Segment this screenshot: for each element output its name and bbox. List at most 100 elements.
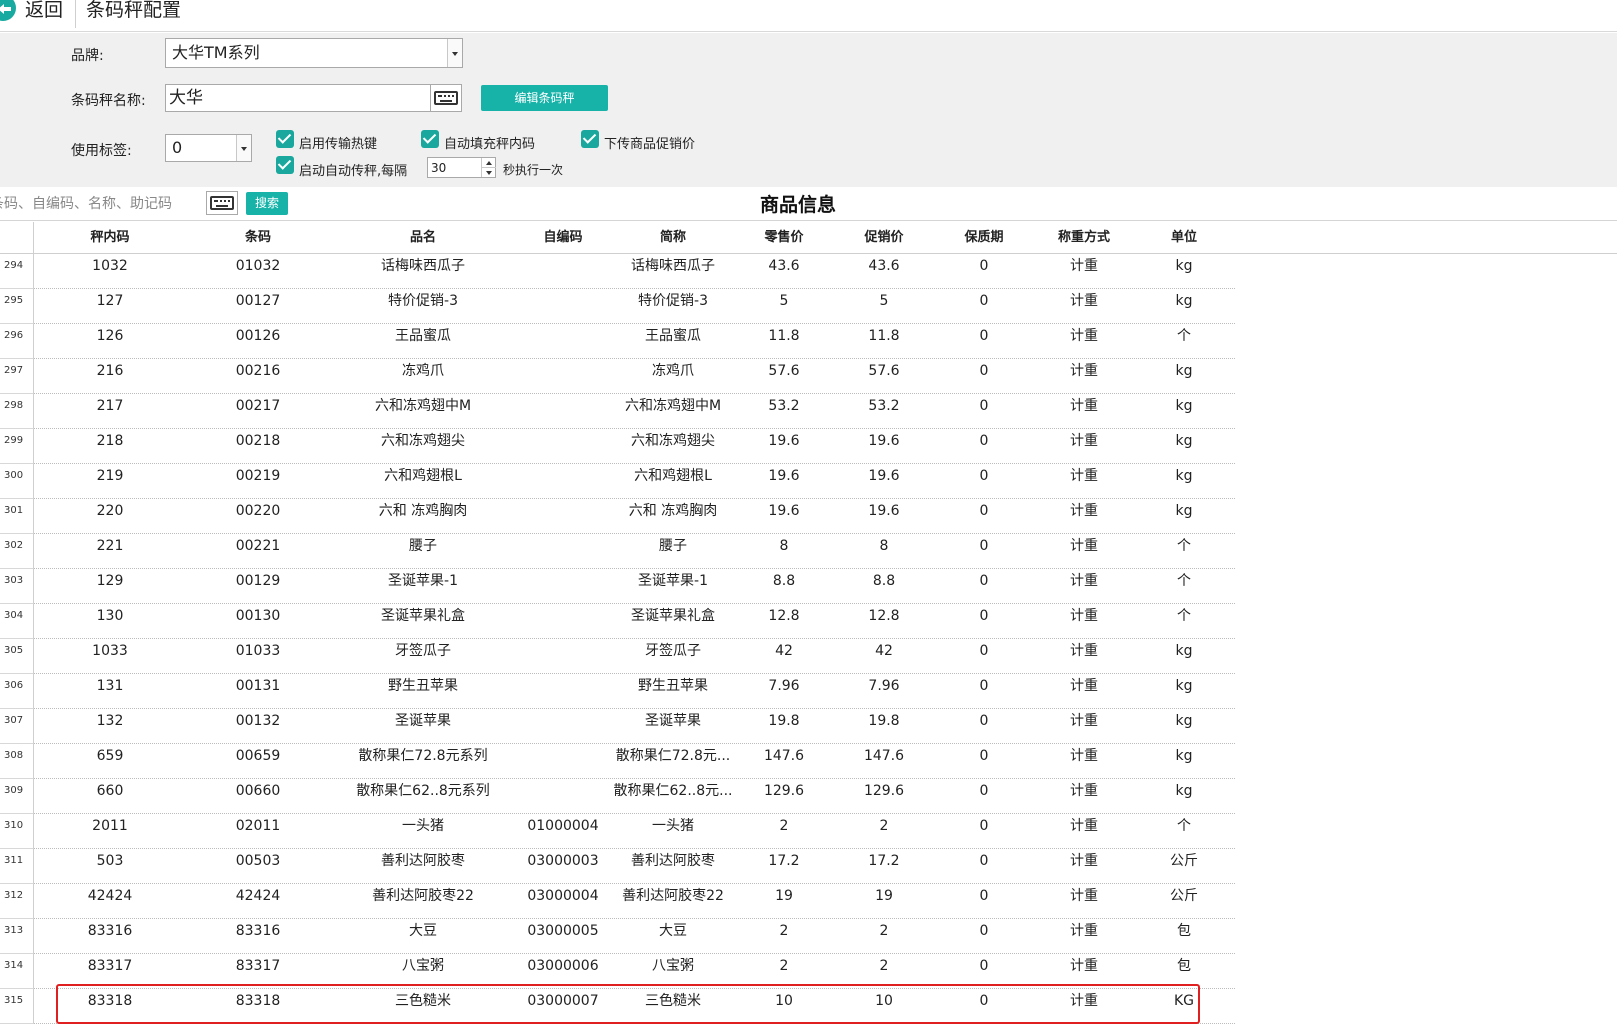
table-row[interactable]: 294 1032 01032 话梅味西瓜子 话梅味西瓜子 43.6 43.6 0 计重 kg bbox=[0, 254, 1235, 289]
row-number: 299 bbox=[0, 429, 34, 464]
table-cell: 217 bbox=[96, 398, 124, 414]
auto-transfer-checkbox[interactable] bbox=[276, 156, 294, 174]
keyboard-button[interactable] bbox=[430, 84, 462, 112]
table-cell: 126 bbox=[96, 328, 124, 344]
table-cell: 17.2 bbox=[868, 853, 900, 869]
table-row[interactable]: 310 2011 02011 一头猪 01000004 一头猪 2 2 0 计重 个 bbox=[0, 814, 1235, 849]
brand-select-value: 大华TM系列 bbox=[172, 43, 260, 62]
table-cell: 计重 bbox=[1070, 818, 1098, 834]
table-cell: 147.6 bbox=[763, 748, 805, 764]
table-cell: 57.6 bbox=[868, 363, 900, 379]
table-cell: 散称果仁62..8元... bbox=[613, 783, 733, 799]
table-row[interactable]: 305 1033 01033 牙签瓜子 牙签瓜子 42 42 0 计重 kg bbox=[0, 639, 1235, 674]
table-cell: 一头猪 bbox=[402, 818, 444, 834]
table-cell: 冻鸡爪 bbox=[402, 363, 444, 379]
table-row[interactable]: 312 42424 42424 善利达阿胶枣22 03000004 善利达阿胶枣22 19 1… bbox=[0, 884, 1235, 919]
enable-hotkey-checkbox[interactable] bbox=[276, 130, 294, 148]
auto-fill-code-checkbox[interactable] bbox=[421, 130, 439, 148]
upload-promo-price-checkbox[interactable] bbox=[581, 130, 599, 148]
product-table: 秤内码 条码 品名 自编码 简称 零售价 促销价 保质期 称重方式 单位 294… bbox=[0, 222, 1617, 1025]
table-row[interactable]: 306 131 00131 野生丑苹果 野生丑苹果 7.96 7.96 0 计重 kg bbox=[0, 674, 1235, 709]
table-cell: 包 bbox=[1177, 923, 1191, 939]
column-header[interactable]: 保质期 bbox=[944, 222, 1024, 254]
table-row[interactable]: 300 219 00219 六和鸡翅根L 六和鸡翅根L 19.6 19.6 0 计重 kg bbox=[0, 464, 1235, 499]
chevron-down-icon[interactable] bbox=[447, 39, 462, 67]
table-cell: kg bbox=[1175, 713, 1193, 729]
table-cell: 0 bbox=[979, 713, 989, 729]
edit-scale-button[interactable]: 编辑条码秤 bbox=[481, 85, 608, 111]
table-cell: 0 bbox=[979, 818, 989, 834]
table-cell: 19.6 bbox=[768, 433, 800, 449]
table-row[interactable]: 311 503 00503 善利达阿胶枣 03000003 善利达阿胶枣 17.2 17.2 0… bbox=[0, 849, 1235, 884]
table-cell: 219 bbox=[96, 468, 124, 484]
table-row[interactable]: 296 126 00126 王品蜜瓜 王品蜜瓜 11.8 11.8 0 计重 个 bbox=[0, 324, 1235, 359]
table-cell: 17.2 bbox=[768, 853, 800, 869]
table-cell bbox=[513, 709, 613, 744]
table-row[interactable]: 307 132 00132 圣诞苹果 圣诞苹果 19.8 19.8 0 计重 kg bbox=[0, 709, 1235, 744]
table-cell: 2 bbox=[879, 923, 889, 939]
use-label-select[interactable]: 0 bbox=[165, 134, 252, 162]
table-cell: 计重 bbox=[1070, 713, 1098, 729]
table-row[interactable]: 299 218 00218 六和冻鸡翅尖 六和冻鸡翅尖 19.6 19.6 0 计重 kg bbox=[0, 429, 1235, 464]
column-header[interactable]: 条码 bbox=[208, 222, 308, 254]
table-row[interactable]: 303 129 00129 圣诞苹果-1 圣诞苹果-1 8.8 8.8 0 计重 个 bbox=[0, 569, 1235, 604]
table-cell: 19.6 bbox=[868, 433, 900, 449]
search-button[interactable]: 搜索 bbox=[246, 192, 288, 215]
table-cell: 腰子 bbox=[409, 538, 437, 554]
table-cell: 1033 bbox=[92, 643, 128, 659]
table-cell: 01033 bbox=[235, 643, 281, 659]
auto-transfer-label: 启动自动传秤,每隔 bbox=[299, 164, 408, 179]
table-cell: kg bbox=[1175, 748, 1193, 764]
interval-value: 30 bbox=[431, 161, 447, 175]
column-header[interactable]: 自编码 bbox=[513, 222, 613, 254]
table-cell: 野生丑苹果 bbox=[388, 678, 458, 694]
table-cell bbox=[513, 324, 613, 359]
table-row[interactable]: 304 130 00130 圣诞苹果礼盒 圣诞苹果礼盒 12.8 12.8 0 计重 个 bbox=[0, 604, 1235, 639]
interval-spinner[interactable]: 30 bbox=[427, 157, 496, 178]
column-header[interactable]: 品名 bbox=[343, 222, 503, 254]
table-row[interactable]: 298 217 00217 六和冻鸡翅中M 六和冻鸡翅中M 53.2 53.2 0 计重 kg bbox=[0, 394, 1235, 429]
table-cell: 42 bbox=[775, 643, 793, 659]
search-keyboard-button[interactable] bbox=[206, 191, 238, 215]
column-header[interactable]: 零售价 bbox=[744, 222, 824, 254]
table-cell: 六和冻鸡翅中M bbox=[624, 398, 722, 414]
interval-suffix-label: 秒执行一次 bbox=[503, 163, 564, 177]
table-cell: 0 bbox=[979, 328, 989, 344]
column-header[interactable]: 秤内码 bbox=[60, 222, 160, 254]
table-cell: 善利达阿胶枣22 bbox=[372, 888, 474, 904]
table-row[interactable]: 297 216 00216 冻鸡爪 冻鸡爪 57.6 57.6 0 计重 kg bbox=[0, 359, 1235, 394]
table-cell: 计重 bbox=[1070, 573, 1098, 589]
back-button[interactable]: 返回 bbox=[25, 0, 63, 22]
column-header[interactable]: 单位 bbox=[1144, 222, 1224, 254]
table-row[interactable]: 313 83316 83316 大豆 03000005 大豆 2 2 0 计重 包 bbox=[0, 919, 1235, 954]
table-cell: 0 bbox=[979, 923, 989, 939]
row-number: 308 bbox=[0, 744, 34, 779]
table-cell: 1032 bbox=[92, 258, 128, 274]
table-cell: 特价促销-3 bbox=[638, 293, 708, 309]
table-cell: 129.6 bbox=[763, 783, 805, 799]
table-cell: 0 bbox=[979, 783, 989, 799]
table-row[interactable]: 295 127 00127 特价促销-3 特价促销-3 5 5 0 计重 kg bbox=[0, 289, 1235, 324]
search-input[interactable]: 条码、自编码、名称、助记码 bbox=[0, 192, 200, 216]
spin-down-icon[interactable] bbox=[482, 168, 496, 178]
table-cell: 19.6 bbox=[768, 503, 800, 519]
row-number: 313 bbox=[0, 919, 34, 954]
use-label-label: 使用标签: bbox=[71, 143, 132, 159]
brand-select[interactable]: 大华TM系列 bbox=[165, 38, 463, 68]
column-header[interactable]: 简称 bbox=[603, 222, 743, 254]
chevron-down-icon[interactable] bbox=[236, 135, 251, 161]
table-row[interactable]: 308 659 00659 散称果仁72.8元系列 散称果仁72.8元... 147.6 1… bbox=[0, 744, 1235, 779]
table-row[interactable]: 302 221 00221 腰子 腰子 8 8 0 计重 个 bbox=[0, 534, 1235, 569]
table-cell: 散称果仁72.8元系列 bbox=[358, 748, 488, 764]
column-header[interactable]: 称重方式 bbox=[1034, 222, 1134, 254]
table-cell bbox=[513, 779, 613, 814]
table-cell: 六和 冻鸡胸肉 bbox=[628, 503, 718, 519]
table-row[interactable]: 301 220 00220 六和 冻鸡胸肉 六和 冻鸡胸肉 19.6 19.6 0 计重 kg bbox=[0, 499, 1235, 534]
spin-up-icon[interactable] bbox=[482, 158, 496, 168]
table-cell: 特价促销-3 bbox=[388, 293, 458, 309]
table-row[interactable]: 309 660 00660 散称果仁62..8元系列 散称果仁62..8元... 129.… bbox=[0, 779, 1235, 814]
scale-name-input[interactable]: 大华 bbox=[165, 84, 431, 112]
column-header[interactable]: 促销价 bbox=[844, 222, 924, 254]
section-title: 商品信息 bbox=[760, 194, 837, 216]
back-arrow-icon[interactable] bbox=[0, 0, 16, 21]
